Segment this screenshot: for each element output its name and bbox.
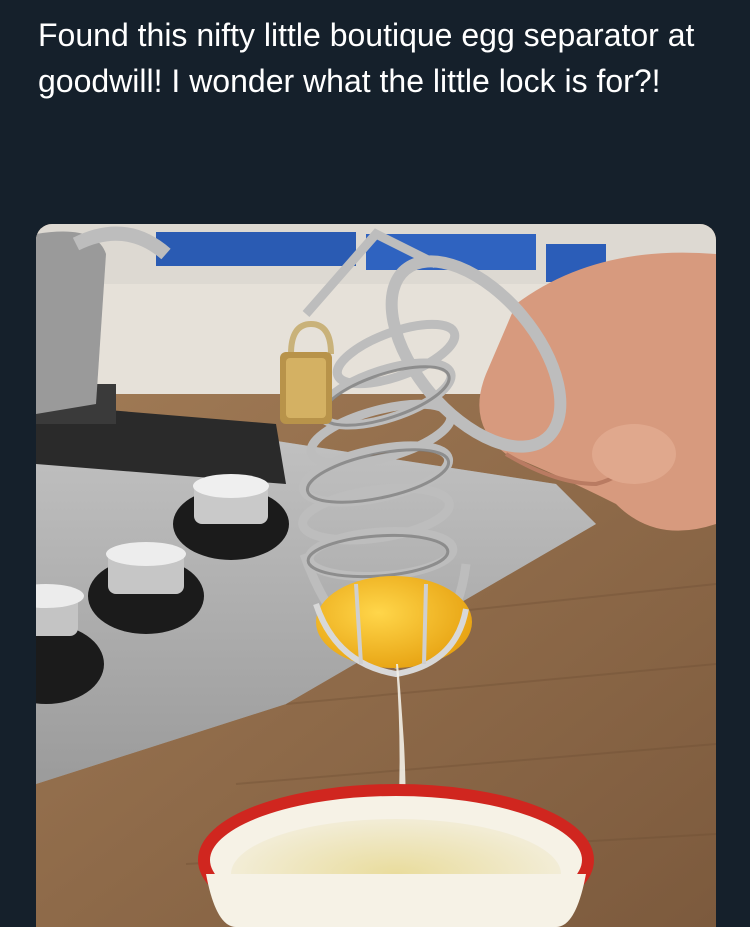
post-photo[interactable] <box>36 224 716 927</box>
post-caption: Found this nifty little boutique egg sep… <box>38 17 695 99</box>
bowl <box>198 784 594 927</box>
